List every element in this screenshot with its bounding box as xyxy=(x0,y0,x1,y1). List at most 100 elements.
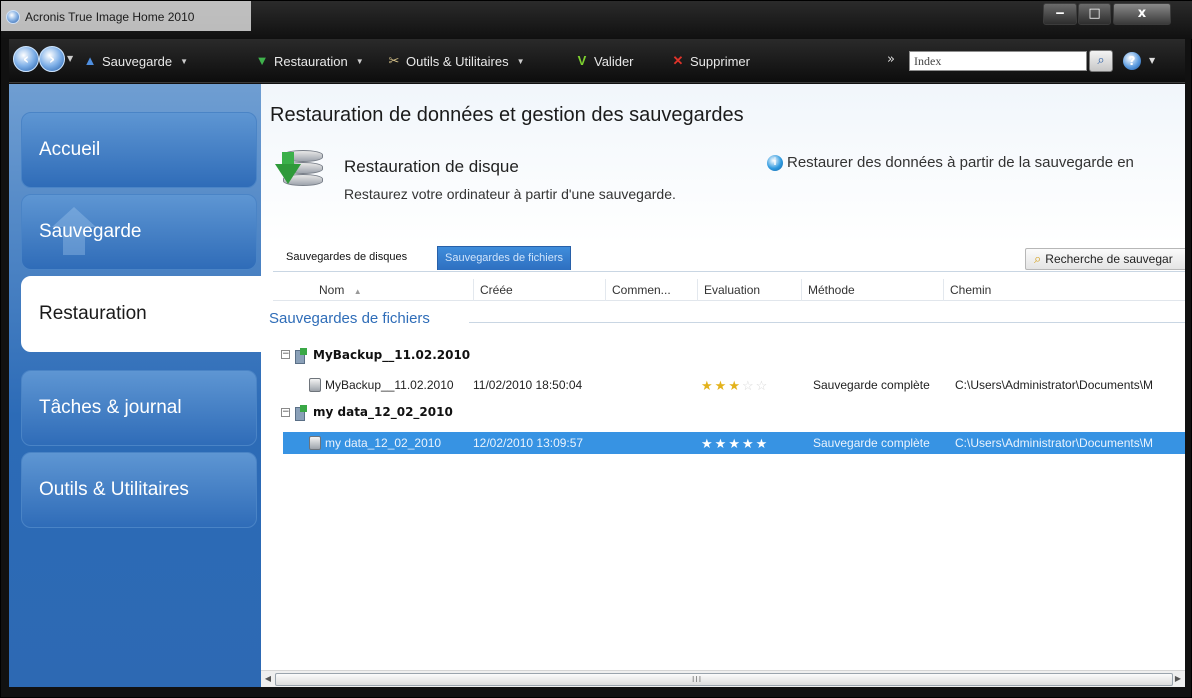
find-icon: ⌕ xyxy=(1034,251,1042,266)
file-icon xyxy=(309,378,321,392)
star-filled-icon: ★ xyxy=(714,436,729,451)
sidebar-item-tasks-log[interactable]: Tâches & journal xyxy=(21,370,257,446)
sidebar-item-backup[interactable]: Sauvegarde xyxy=(21,194,257,270)
backup-group-name[interactable]: MyBackup__11.02.2010 xyxy=(313,348,470,362)
row-method: Sauvegarde complète xyxy=(813,436,930,450)
row-name: my data_12_02_2010 xyxy=(325,436,442,450)
backup-menu[interactable]: ▲ Sauvegarde ▼ xyxy=(83,52,188,70)
star-empty-icon: ☆ xyxy=(741,378,756,393)
find-backup-label: Recherche de sauvegar xyxy=(1045,252,1173,266)
star-filled-icon: ★ xyxy=(741,436,756,451)
column-created[interactable]: Créée xyxy=(473,279,605,301)
backup-icon: ▲ xyxy=(83,53,97,68)
page-title: Restauration de données et gestion des s… xyxy=(270,104,744,126)
section-title[interactable]: Restauration de disque xyxy=(344,157,519,177)
app-window: Acronis True Image Home 2010 ‒ □ x ‹ › ▼… xyxy=(0,0,1192,698)
tab-file-backups[interactable]: Sauvegardes de fichiers xyxy=(437,246,572,270)
restore-menu[interactable]: ▼ Restauration ▼ xyxy=(255,52,364,70)
tools-menu[interactable]: ✂ Outils & Utilitaires ▼ xyxy=(387,52,525,70)
delete-label: Supprimer xyxy=(690,53,750,69)
star-filled-icon: ★ xyxy=(714,378,729,393)
backup-group-name[interactable]: my data_12_02_2010 xyxy=(313,405,453,419)
search-icon[interactable]: ⌕ xyxy=(1089,50,1113,72)
star-filled-icon: ★ xyxy=(755,436,770,451)
backup-menu-label: Sauvegarde xyxy=(102,53,173,69)
forward-icon[interactable]: › xyxy=(39,46,65,72)
sidebar-item-label: Restauration xyxy=(39,303,147,324)
maximize-button[interactable]: □ xyxy=(1078,3,1111,25)
main-pane: Restauration de données et gestion des s… xyxy=(261,84,1185,687)
delete-button[interactable]: ✕ Supprimer xyxy=(671,52,750,70)
title-bar: Acronis True Image Home 2010 ‒ □ x xyxy=(1,1,1192,39)
row-created: 12/02/2010 13:09:57 xyxy=(473,436,584,450)
section-subtitle: Restaurez votre ordinateur à partir d'un… xyxy=(344,186,676,202)
column-label: Nom xyxy=(319,283,345,297)
acronis-app-icon xyxy=(6,10,20,24)
backup-folder-icon xyxy=(295,405,307,421)
collapse-icon[interactable]: − xyxy=(281,350,290,359)
sidebar-item-label: Sauvegarde xyxy=(39,221,142,242)
column-headers: Nom ▲ Créée Commen... Evaluation Méthode… xyxy=(273,279,1185,301)
restore-menu-label: Restauration xyxy=(274,53,348,69)
sidebar-item-restore[interactable]: Restauration xyxy=(21,276,261,352)
star-filled-icon: ★ xyxy=(701,436,715,451)
back-icon[interactable]: ‹ xyxy=(13,46,39,72)
star-filled-icon: ★ xyxy=(728,436,742,451)
sidebar-item-label: Outils & Utilitaires xyxy=(39,479,189,500)
sidebar: Accueil Sauvegarde Restauration Tâches &… xyxy=(9,84,261,687)
scroll-left-icon[interactable]: ◀ xyxy=(261,671,275,687)
validate-icon: V xyxy=(577,53,587,68)
row-path: C:\Users\Administrator\Documents\M xyxy=(955,436,1154,450)
close-button[interactable]: x xyxy=(1113,3,1171,25)
rating-stars: ★★★★★ xyxy=(701,436,769,452)
sort-ascending-icon: ▲ xyxy=(353,287,362,296)
restore-data-link-label: Restaurer des données à partir de la sau… xyxy=(787,154,1134,171)
row-path: C:\Users\Administrator\Documents\M xyxy=(955,378,1154,392)
scrollbar-grip: III xyxy=(692,675,703,684)
chevron-down-icon: ▼ xyxy=(180,56,189,66)
row-created: 11/02/2010 18:50:04 xyxy=(473,378,583,392)
toolbar-overflow-button[interactable]: » xyxy=(887,52,895,67)
validate-label: Valider xyxy=(594,53,634,69)
minimize-button[interactable]: ‒ xyxy=(1043,3,1077,25)
star-filled-icon: ★ xyxy=(701,378,715,393)
row-name: MyBackup__11.02.2010 xyxy=(325,378,454,392)
horizontal-scrollbar[interactable]: ◀ III ▶ xyxy=(261,670,1185,687)
column-rating[interactable]: Evaluation xyxy=(697,279,801,301)
chevron-down-icon: ▼ xyxy=(516,56,525,66)
table-row[interactable]: my data_12_02_2010 12/02/2010 13:09:57 ★… xyxy=(283,432,1185,454)
row-method: Sauvegarde complète xyxy=(813,378,930,392)
find-backup-button[interactable]: ⌕ Recherche de sauvegar xyxy=(1025,248,1185,270)
tools-menu-label: Outils & Utilitaires xyxy=(406,53,509,69)
info-icon: i xyxy=(767,154,783,171)
star-empty-icon: ☆ xyxy=(755,378,770,393)
file-icon xyxy=(309,436,321,450)
column-name[interactable]: Nom ▲ xyxy=(303,279,479,301)
tab-disk-backups[interactable]: Sauvegardes de disques xyxy=(279,246,414,270)
chevron-down-icon: ▼ xyxy=(355,56,364,66)
collapse-icon[interactable]: − xyxy=(281,408,290,417)
search-input[interactable]: Index xyxy=(909,51,1087,71)
column-method[interactable]: Méthode xyxy=(801,279,943,301)
column-path[interactable]: Chemin xyxy=(943,279,1185,301)
chevron-down-icon[interactable]: ▼ xyxy=(1149,56,1155,65)
sidebar-item-label: Accueil xyxy=(39,139,101,160)
validate-button[interactable]: V Valider xyxy=(575,52,634,70)
rating-stars: ★★★☆☆ xyxy=(701,378,769,394)
table-row[interactable]: MyBackup__11.02.2010 11/02/2010 18:50:04… xyxy=(283,374,1185,396)
restore-data-link[interactable]: i Restaurer des données à partir de la s… xyxy=(767,154,1134,171)
scroll-right-icon[interactable]: ▶ xyxy=(1171,671,1185,687)
nav-history-dropdown[interactable]: ▼ xyxy=(67,54,73,63)
sidebar-item-home[interactable]: Accueil xyxy=(21,112,257,188)
delete-icon: ✕ xyxy=(672,53,684,68)
column-comment[interactable]: Commen... xyxy=(605,279,697,301)
sidebar-item-label: Tâches & journal xyxy=(39,397,182,418)
tools-icon: ✂ xyxy=(388,53,400,68)
help-icon[interactable]: ? xyxy=(1123,52,1141,70)
toolbar: ‹ › ▼ ▲ Sauvegarde ▼ ▼ Restauration ▼ ✂ … xyxy=(9,39,1185,83)
restore-icon: ▼ xyxy=(255,53,269,68)
sidebar-item-tools[interactable]: Outils & Utilitaires xyxy=(21,452,257,528)
scrollbar-thumb[interactable]: III xyxy=(275,673,1173,686)
window-title: Acronis True Image Home 2010 xyxy=(25,10,195,24)
group-header: Sauvegardes de fichiers xyxy=(269,310,430,327)
